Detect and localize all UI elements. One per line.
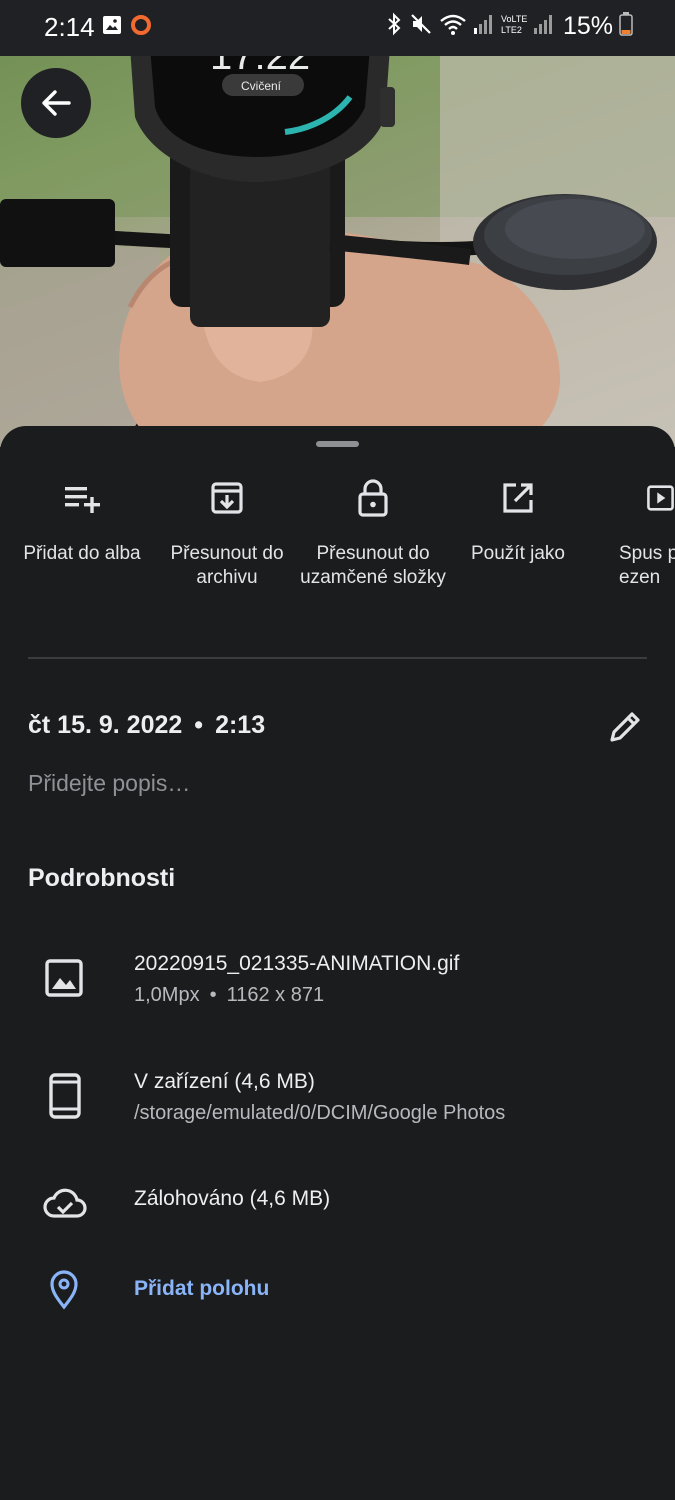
slideshow-action[interactable]: Spus prezen — [588, 476, 675, 590]
record-notification-icon — [130, 14, 152, 41]
signal-2-icon — [533, 13, 553, 40]
signal-icon — [473, 13, 493, 40]
arrow-back-icon — [42, 90, 71, 116]
cloud-done-icon — [43, 1188, 87, 1218]
volte-icon: VoLTE LTE2 — [499, 12, 527, 41]
details-sheet: Přidat do alba Přesunout do archivu Přes… — [0, 426, 675, 1500]
svg-text:LTE2: LTE2 — [501, 25, 522, 35]
action-label: Použít jako — [471, 543, 565, 564]
watch-label-text: Cvičení — [241, 79, 282, 93]
file-megapixels: 1,0Mpx — [134, 984, 200, 1006]
open-in-new-icon — [503, 483, 533, 513]
battery-percent: 15% — [562, 12, 613, 40]
date-text: čt 15. 9. 2022 — [28, 711, 183, 739]
slideshow-icon — [647, 485, 674, 511]
backup-title: Zálohováno (4,6 MB) — [134, 1187, 331, 1210]
date-time[interactable]: čt 15. 9. 2022 • 2:13 — [28, 711, 265, 740]
action-label: Přesunout do archivu — [170, 543, 284, 588]
status-time: 2:14 — [44, 12, 95, 42]
watch-photo-image: 17:22 Cvičení — [0, 47, 675, 447]
action-label: Přesunout do uzamčené složky — [300, 543, 446, 588]
status-bar: 2:14 VoLTE LTE2 15% — [0, 0, 675, 56]
image-icon — [45, 959, 83, 997]
device-title: V zařízení (4,6 MB) — [134, 1070, 315, 1093]
separator-dot: • — [209, 984, 217, 1006]
device-storage-row: V zařízení (4,6 MB) /storage/emulated/0/… — [0, 1064, 675, 1134]
use-as-action[interactable]: Použít jako — [443, 476, 593, 566]
wifi-icon — [439, 12, 467, 41]
location-pin-icon — [50, 1270, 78, 1310]
action-label: Spus prezen — [619, 543, 675, 588]
add-to-album-action[interactable]: Přidat do alba — [7, 476, 157, 566]
action-label: Přidat do alba — [23, 543, 141, 564]
battery-icon — [619, 12, 633, 41]
pencil-icon — [610, 712, 640, 742]
mute-icon — [409, 12, 433, 41]
action-row: Přidat do alba Přesunout do archivu Přes… — [0, 476, 675, 626]
svg-text:VoLTE: VoLTE — [501, 14, 527, 24]
move-to-locked-folder-action[interactable]: Přesunout do uzamčené složky — [298, 476, 448, 590]
device-path: /storage/emulated/0/DCIM/Google Photos — [134, 1102, 506, 1124]
drag-handle[interactable] — [316, 441, 359, 447]
playlist-add-icon — [65, 487, 100, 513]
add-location-row[interactable]: Přidat polohu — [0, 1268, 675, 1318]
file-resolution: 1162 x 871 — [226, 984, 325, 1006]
time-text: 2:13 — [215, 711, 266, 739]
phone-icon — [49, 1073, 81, 1119]
backup-row: Zálohováno (4,6 MB) — [0, 1181, 675, 1231]
file-info-row: 20220915_021335-ANIMATION.gif 1,0Mpx • 116… — [0, 946, 675, 1016]
move-to-archive-action[interactable]: Přesunout do archivu — [152, 476, 302, 590]
edit-date-button[interactable] — [606, 708, 644, 751]
separator-dot: • — [194, 711, 204, 739]
file-name: 20220915_021335-ANIMATION.gif — [134, 952, 460, 975]
details-heading: Podrobnosti — [28, 864, 176, 892]
divider — [28, 657, 647, 659]
bluetooth-icon — [385, 12, 403, 41]
archive-icon — [211, 482, 243, 514]
add-location-link[interactable]: Přidat polohu — [134, 1277, 269, 1301]
add-description-input[interactable]: Přidejte popis… — [28, 770, 190, 797]
back-button[interactable] — [21, 68, 91, 138]
lock-icon — [358, 479, 388, 517]
photo-preview[interactable]: 17:22 Cvičení — [0, 47, 675, 447]
gallery-notification-icon — [102, 15, 122, 40]
